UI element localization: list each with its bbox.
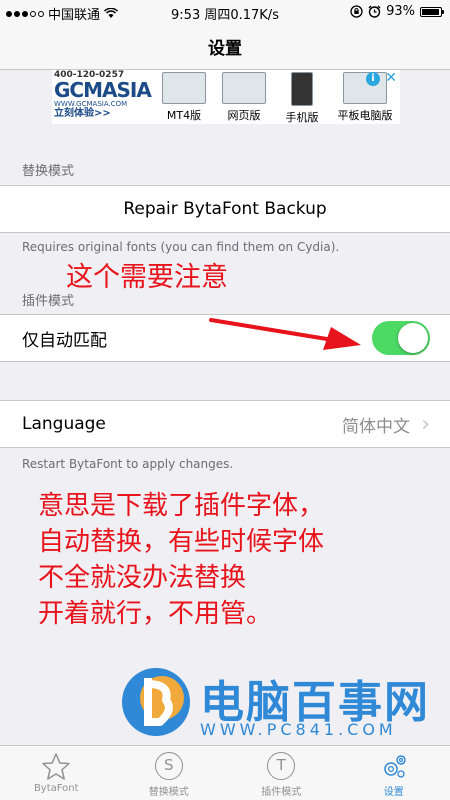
section-header-replace-mode: 替换模式 (22, 164, 75, 179)
ad-logo: GCMASIA (54, 78, 152, 102)
rotation-lock-icon (350, 5, 363, 18)
tab-bar: BytaFont S 替换模式 T 插件模式 设置 (0, 745, 450, 800)
ad-info-icon[interactable]: i (366, 72, 380, 86)
ad-banner[interactable]: 400-120-0257 GCMASIA WWW.GCMASIA.COM 立刻体… (52, 70, 400, 124)
auto-match-label: 仅自动匹配 (22, 330, 107, 351)
language-value: 简体中文 (342, 416, 410, 437)
ad-item-label: 网页版 (227, 109, 261, 122)
gear-icon (379, 752, 409, 782)
status-right: 93% (350, 4, 444, 19)
annotation-line: 开着就行，不用管。 (38, 599, 273, 629)
star-icon (41, 752, 71, 782)
tab-label: 替换模式 (148, 787, 189, 798)
replace-mode-footer: Requires original fonts (you can find th… (22, 240, 340, 254)
replace-mode-icon: S (154, 752, 184, 782)
ad-item-label: 手机版 (285, 111, 319, 124)
tab-plugin-mode[interactable]: T 插件模式 (225, 746, 338, 800)
ad-item-mt4[interactable]: MT4版 (156, 72, 212, 122)
watermark-logo-icon (122, 668, 190, 736)
annotation-note-1: 这个需要注意 (66, 262, 228, 293)
annotation-line: 不全就没办法替换 (38, 563, 247, 593)
ad-brand: 400-120-0257 GCMASIA WWW.GCMASIA.COM 立刻体… (54, 70, 154, 124)
phone-icon (291, 72, 313, 106)
tab-replace-mode[interactable]: S 替换模式 (113, 746, 226, 800)
watermark: 电脑百事网 WWW.PC841.COM (118, 664, 448, 740)
tab-settings[interactable]: 设置 (338, 746, 450, 800)
ad-try-link[interactable]: 立刻体验>> (54, 108, 154, 120)
language-footer: Restart BytaFont to apply changes. (22, 457, 234, 471)
tab-label: 设置 (383, 787, 404, 798)
ad-item-mobile[interactable]: 手机版 (274, 72, 330, 124)
tab-label: BytaFont (33, 783, 79, 794)
language-label: Language (22, 414, 106, 434)
battery-fill (422, 8, 439, 15)
page-title: 设置 (208, 39, 242, 59)
nav-bar: 设置 (0, 24, 450, 70)
tablet-icon (343, 72, 387, 104)
annotation-note-2: 意思是下载了插件字体， 自动替换，有些时候字体 不全就没办法替换 开着就行，不用… (38, 488, 324, 632)
plugin-mode-icon: T (266, 752, 296, 782)
battery-percent: 93% (386, 4, 415, 19)
toggle-knob (398, 323, 428, 353)
ad-close-icon[interactable]: ✕ (385, 70, 397, 86)
section-header-plugin-mode: 插件模式 (22, 294, 75, 309)
tab-bytafont[interactable]: BytaFont (0, 746, 113, 800)
alarm-icon (368, 5, 381, 18)
auto-match-toggle[interactable] (372, 321, 430, 355)
annotation-arrow (209, 318, 361, 350)
chevron-right-icon: › (421, 411, 430, 437)
laptop-icon (222, 72, 266, 104)
ad-item-label: MT4版 (166, 109, 202, 122)
repair-backup-label: Repair BytaFont Backup (123, 199, 327, 219)
ad-item-label: 平板电脑版 (337, 109, 393, 122)
annotation-line: 自动替换，有些时候字体 (38, 527, 325, 557)
tab-label: 插件模式 (261, 787, 302, 798)
language-cell[interactable]: Language 简体中文 › (0, 400, 450, 448)
battery-icon (420, 6, 444, 17)
repair-backup-button[interactable]: Repair BytaFont Backup (0, 185, 450, 233)
annotation-line: 意思是下载了插件字体， (38, 491, 325, 521)
watermark-url: WWW.PC841.COM (200, 720, 397, 739)
ad-item-web[interactable]: 网页版 (216, 72, 272, 122)
monitor-icon (162, 72, 206, 104)
status-bar: 中国联通 9:53 周四0.17K/s 93% (0, 0, 450, 24)
